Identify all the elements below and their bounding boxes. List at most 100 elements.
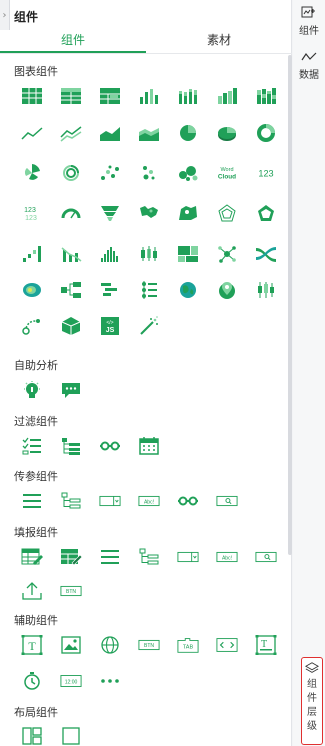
3d-model-icon[interactable] (59, 315, 83, 337)
data-trend-icon (301, 52, 317, 61)
pie-chart-icon[interactable] (176, 122, 200, 144)
word-cloud-icon[interactable]: Word Cloud (215, 162, 239, 184)
component-list: 图表组件 Word Cloud 123 123 123 </> JS 自助分析 … (0, 55, 292, 746)
filled-radar-icon[interactable] (254, 202, 278, 224)
form-detail-table-icon[interactable] (59, 546, 83, 568)
form-search-icon[interactable] (254, 546, 278, 568)
area-chart-icon[interactable] (98, 122, 122, 144)
slider-filter-icon[interactable] (98, 435, 122, 457)
layers-icon (304, 662, 320, 673)
multi-number-icon[interactable]: 123 123 (20, 202, 44, 224)
histogram-icon[interactable] (98, 243, 122, 265)
carousel-icon[interactable] (215, 634, 239, 656)
rich-text-icon[interactable]: T (254, 634, 278, 656)
svg-text:12:00: 12:00 (65, 679, 78, 685)
sidebar-item-components[interactable]: 组件 (293, 6, 325, 37)
sankey-chart-icon[interactable] (254, 243, 278, 265)
gantt-chart-icon[interactable] (98, 279, 122, 301)
tree-filter-icon[interactable] (59, 435, 83, 457)
layers-label-char-4: 级 (307, 721, 317, 732)
upload-icon[interactable] (20, 580, 44, 602)
text-box-icon[interactable]: T (20, 634, 44, 656)
tab-components[interactable]: 组件 (0, 28, 146, 53)
relation-graph-icon[interactable] (215, 243, 239, 265)
percent-column-icon[interactable] (215, 85, 239, 107)
tree-diagram-icon[interactable] (59, 279, 83, 301)
number-card-icon[interactable]: 123 (254, 162, 278, 184)
table-icon[interactable] (20, 85, 44, 107)
svg-text:T: T (261, 639, 267, 650)
funnel-chart-icon[interactable] (98, 202, 122, 224)
range-slider-param-icon[interactable] (176, 490, 200, 512)
form-dropdown-icon[interactable] (176, 546, 200, 568)
combo-chart-icon[interactable] (59, 243, 83, 265)
svg-text:JS: JS (106, 327, 115, 334)
cross-table-icon[interactable] (59, 85, 83, 107)
form-table-icon[interactable] (20, 546, 44, 568)
heatmap-icon[interactable] (20, 279, 44, 301)
blank-layout-icon[interactable] (59, 725, 83, 746)
svg-text:T: T (28, 639, 36, 653)
chat-analysis-icon[interactable] (59, 379, 83, 401)
js-chart-icon[interactable]: </> JS (98, 315, 122, 337)
form-button-icon[interactable]: BTN (59, 580, 83, 602)
line-chart-icon[interactable] (20, 122, 44, 144)
search-param-icon[interactable] (215, 490, 239, 512)
checkbox-filter-icon[interactable] (20, 435, 44, 457)
sidebar-item-data[interactable]: 数据 (293, 50, 325, 81)
more-icon[interactable] (98, 670, 122, 692)
smart-analysis-icon[interactable] (20, 379, 44, 401)
tab-container-icon[interactable]: TAB (176, 634, 200, 656)
region-map-icon[interactable] (176, 202, 200, 224)
stacked-area-icon[interactable] (137, 122, 161, 144)
dropdown-param-icon[interactable] (98, 490, 122, 512)
panel-tabs: 组件 素材 (0, 28, 292, 54)
multi-donut-icon[interactable] (59, 162, 83, 184)
boxplot-chart-icon[interactable] (137, 243, 161, 265)
globe-map-icon[interactable] (176, 279, 200, 301)
map-chart-icon[interactable] (137, 202, 161, 224)
grid-layout-icon[interactable] (20, 725, 44, 746)
bubble-scatter-icon[interactable] (137, 162, 161, 184)
flight-line-map-icon[interactable] (20, 315, 44, 337)
tree-param-icon[interactable] (59, 490, 83, 512)
timeline-icon[interactable] (137, 279, 161, 301)
form-list-icon[interactable] (98, 546, 122, 568)
magic-wand-icon[interactable] (137, 315, 161, 337)
text-param-icon[interactable]: Abc! (137, 490, 161, 512)
collapse-panel-button[interactable]: › (0, 0, 10, 30)
donut-chart-icon[interactable] (254, 122, 278, 144)
section-layout-title: 布局组件 (14, 706, 58, 719)
form-text-input-icon[interactable]: Abc! (215, 546, 239, 568)
section-param-title: 传参组件 (14, 470, 58, 483)
gauge-chart-icon[interactable] (59, 202, 83, 224)
web-frame-icon[interactable] (98, 634, 122, 656)
detail-table-icon[interactable] (98, 85, 122, 107)
countdown-icon[interactable] (20, 670, 44, 692)
bubble-chart-icon[interactable] (176, 162, 200, 184)
waterfall-chart-icon[interactable] (20, 243, 44, 265)
3d-pie-icon[interactable] (215, 122, 239, 144)
date-filter-icon[interactable] (137, 435, 161, 457)
treemap-icon[interactable] (176, 243, 200, 265)
rose-chart-icon[interactable] (20, 162, 44, 184)
radar-chart-icon[interactable] (215, 202, 239, 224)
component-layers-button[interactable]: 组 件 层 级 (301, 657, 323, 745)
location-map-icon[interactable] (215, 279, 239, 301)
svg-text:BTN: BTN (66, 589, 76, 595)
multi-line-chart-icon[interactable] (59, 122, 83, 144)
svg-text:Cloud: Cloud (218, 174, 236, 181)
column-chart-icon[interactable] (137, 85, 161, 107)
candlestick-chart-icon[interactable] (254, 279, 278, 301)
image-icon[interactable] (59, 634, 83, 656)
clock-icon[interactable]: 12:00 (59, 670, 83, 692)
list-param-icon[interactable] (20, 490, 44, 512)
tab-materials[interactable]: 素材 (146, 28, 292, 53)
stacked-percent-column-icon[interactable] (254, 85, 278, 107)
component-list-scrollbar[interactable] (288, 55, 292, 555)
form-tree-icon[interactable] (137, 546, 161, 568)
scatter-chart-icon[interactable] (98, 162, 122, 184)
stacked-column-icon[interactable] (176, 85, 200, 107)
button-icon[interactable]: BTN (137, 634, 161, 656)
layers-label-char-3: 层 (307, 707, 317, 718)
